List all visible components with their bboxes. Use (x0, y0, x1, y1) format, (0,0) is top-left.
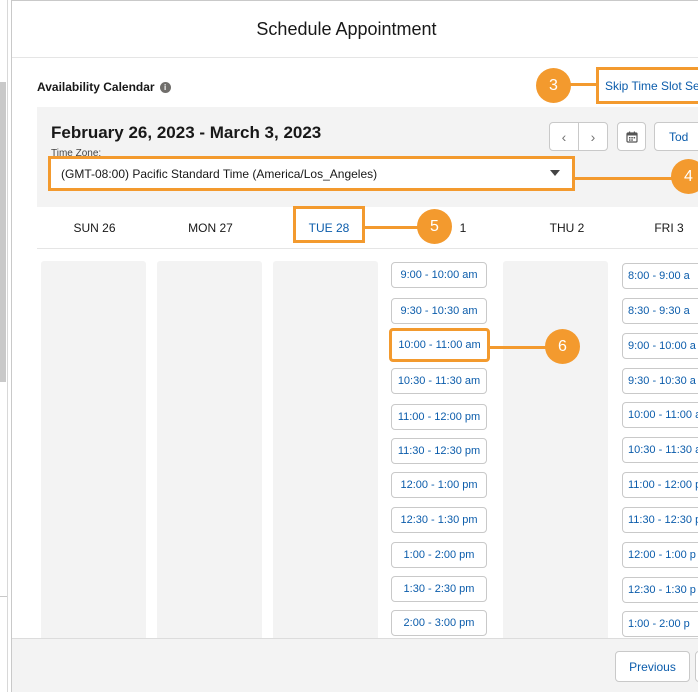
today-button[interactable]: Tod (654, 122, 698, 151)
callout-connector (365, 226, 420, 229)
time-slot[interactable]: 12:30 - 1:30 pm (391, 507, 487, 533)
modal-header: Schedule Appointment (12, 1, 698, 58)
callout-3: 3 (536, 68, 571, 103)
time-slot[interactable]: 10:30 - 11:30 a (622, 437, 698, 463)
screen: Schedule Appointment Availability Calend… (0, 0, 698, 692)
day-header-thu: THU 2 (549, 221, 585, 235)
time-slot[interactable]: 12:00 - 1:00 pm (391, 472, 487, 498)
day-column-thu (503, 261, 608, 641)
day-column-sun (41, 261, 146, 641)
time-slot[interactable]: 12:30 - 1:30 p (622, 577, 698, 603)
timezone-value: (GMT-08:00) Pacific Standard Time (Ameri… (61, 166, 378, 181)
time-slot[interactable]: 9:30 - 10:30 am (391, 298, 487, 324)
time-slot[interactable]: 9:00 - 10:00 am (391, 262, 487, 288)
chevron-right-icon[interactable]: › (578, 123, 607, 150)
info-icon[interactable]: i (159, 81, 171, 93)
callout-connector (490, 346, 550, 349)
day-header-tue[interactable]: TUE 28 (293, 213, 365, 243)
availability-calendar-heading: Availability Calendar i (37, 80, 171, 94)
time-slot[interactable]: 11:30 - 12:30 pm (391, 438, 487, 464)
week-nav-group: ‹ › (549, 122, 608, 151)
time-slot[interactable]: 12:00 - 1:00 p (622, 542, 698, 568)
day-header-divider (37, 248, 698, 249)
dropdown-caret-icon (550, 170, 560, 176)
time-slot[interactable]: 8:30 - 9:30 a (622, 298, 698, 324)
availability-calendar-label: Availability Calendar (37, 80, 155, 94)
calendar-glyph (625, 131, 638, 143)
time-slot-selected[interactable]: 10:00 - 11:00 am (389, 328, 490, 362)
day-header-fri: FRI 3 (654, 221, 684, 235)
time-slot[interactable]: 9:00 - 10:00 a (622, 333, 698, 359)
day-column-tue (273, 261, 378, 641)
time-slot[interactable]: 1:00 - 2:00 p (622, 611, 698, 637)
callout-6: 6 (545, 329, 580, 364)
time-slot[interactable]: 8:00 - 9:00 a (622, 263, 698, 289)
background-divider (0, 596, 7, 597)
calendar-toolbar: February 26, 2023 - March 3, 2023 Time Z… (37, 107, 698, 207)
callout-5: 5 (417, 209, 452, 244)
time-slot[interactable]: 10:00 - 11:00 a (622, 402, 698, 428)
time-slot[interactable]: 11:00 - 12:00 pm (391, 404, 487, 430)
time-slot[interactable]: 9:30 - 10:30 a (622, 368, 698, 394)
time-slot[interactable]: 1:00 - 2:00 pm (391, 542, 487, 568)
modal-title: Schedule Appointment (256, 18, 437, 39)
day-header-mon: MON 27 (188, 221, 233, 235)
skip-time-slot-link[interactable]: Skip Time Slot Se (596, 67, 698, 104)
modal-footer: Previous (12, 638, 698, 692)
time-slot[interactable]: 1:30 - 2:30 pm (391, 576, 487, 602)
day-header-sun: SUN 26 (73, 221, 116, 235)
background-page-edge (0, 0, 8, 692)
day-header-wed: 1 (459, 221, 467, 235)
background-scrollbar (0, 82, 6, 382)
previous-button[interactable]: Previous (615, 651, 690, 682)
callout-4: 4 (671, 159, 698, 194)
schedule-appointment-modal: Schedule Appointment Availability Calend… (11, 0, 698, 692)
time-slot[interactable]: 11:00 - 12:00 p (622, 472, 698, 498)
time-slot[interactable]: 2:00 - 3:00 pm (391, 610, 487, 636)
time-slot[interactable]: 10:30 - 11:30 am (391, 368, 487, 394)
callout-connector (572, 177, 676, 180)
date-range-title: February 26, 2023 - March 3, 2023 (51, 123, 322, 142)
chevron-left-icon[interactable]: ‹ (550, 123, 578, 150)
calendar-icon[interactable] (617, 122, 646, 151)
day-column-mon (157, 261, 262, 641)
timezone-select[interactable]: (GMT-08:00) Pacific Standard Time (Ameri… (48, 156, 575, 191)
time-slot[interactable]: 11:30 - 12:30 p (622, 507, 698, 533)
